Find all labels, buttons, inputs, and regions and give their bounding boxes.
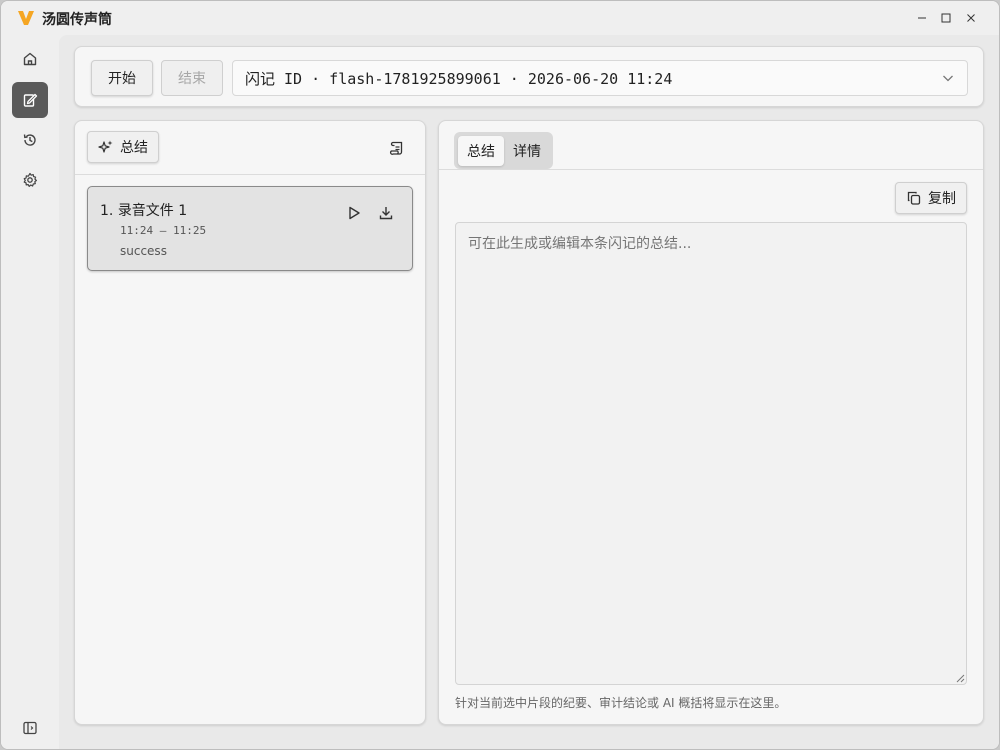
scroll-doc-button[interactable]	[386, 137, 408, 159]
copy-button-label: 复制	[928, 191, 956, 207]
rail-item-home[interactable]	[12, 41, 48, 77]
recording-item[interactable]: 1. 录音文件 1 11:24 — 11:25 success	[87, 186, 413, 271]
gear-icon	[23, 172, 37, 187]
recording-name: 录音文件 1	[117, 203, 188, 219]
recording-status: success	[120, 244, 167, 258]
summarize-button[interactable]: 总结	[87, 131, 159, 163]
summary-textarea[interactable]	[455, 222, 967, 685]
maximize-icon	[941, 13, 951, 23]
recording-title: 1. 录音文件 1	[100, 200, 187, 220]
copy-button[interactable]: 复制	[895, 182, 967, 214]
rail-item-settings[interactable]	[12, 162, 48, 198]
left-panel-divider	[75, 174, 425, 175]
sidebar-toggle-button[interactable]	[12, 710, 48, 746]
history-icon	[23, 134, 36, 146]
download-button[interactable]	[377, 204, 395, 222]
app-logo-icon	[18, 11, 34, 25]
rail-item-notes[interactable]	[12, 82, 48, 118]
maximize-button[interactable]	[936, 8, 956, 28]
tab-summary[interactable]: 总结	[458, 136, 504, 166]
app-title: 汤圆传声筒	[42, 12, 112, 28]
toolbar-card: 开始 结束 闪记 ID · flash-1781925899061 · 2026…	[74, 46, 984, 107]
close-icon	[967, 14, 975, 22]
app-window: 汤圆传声筒 开始 结束 闪记 ID · flash-1781925899061 …	[0, 0, 1000, 750]
recording-index: 1.	[100, 203, 114, 219]
copy-icon	[907, 191, 921, 205]
play-button[interactable]	[345, 204, 363, 222]
close-button[interactable]	[961, 8, 981, 28]
tab-details[interactable]: 详情	[504, 136, 550, 166]
title-bar: 汤圆传声筒	[1, 1, 999, 35]
sidebar-toggle-icon	[23, 721, 37, 735]
scroll-icon	[389, 141, 403, 155]
summarize-button-label: 总结	[120, 140, 148, 156]
resize-grip-icon[interactable]	[955, 673, 965, 683]
right-panel-divider	[439, 169, 983, 170]
download-icon	[379, 207, 393, 220]
session-select-value: 闪记 ID · flash-1781925899061 · 2026-06-20…	[245, 69, 673, 88]
rail-item-history[interactable]	[12, 122, 48, 158]
play-icon	[349, 206, 360, 220]
home-icon	[23, 52, 37, 66]
chevron-down-icon	[943, 75, 953, 82]
side-rail	[1, 35, 59, 749]
minimize-icon	[918, 17, 926, 19]
session-select[interactable]: 闪记 ID · flash-1781925899061 · 2026-06-20…	[232, 60, 968, 96]
edit-note-icon	[23, 93, 38, 107]
minimize-button[interactable]	[912, 8, 932, 28]
sparkle-icon	[98, 140, 113, 153]
recording-time: 11:24 — 11:25	[120, 224, 207, 237]
end-button[interactable]: 结束	[161, 60, 223, 96]
start-button[interactable]: 开始	[91, 60, 153, 96]
tab-segment: 总结 详情	[454, 132, 553, 169]
summary-hint: 针对当前选中片段的纪要、审计结论或 AI 概括将显示在这里。	[455, 696, 787, 710]
